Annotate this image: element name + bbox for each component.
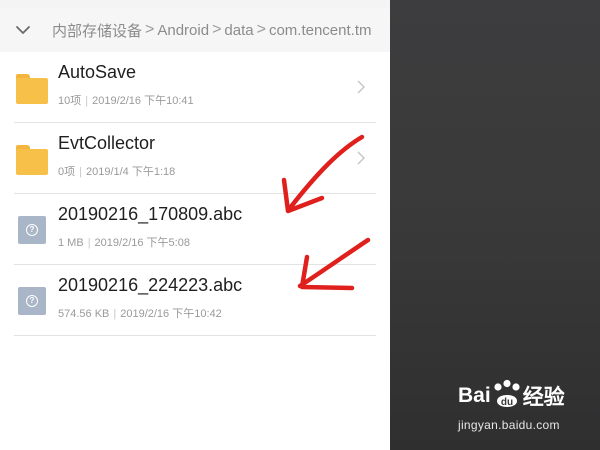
- modified-date: 2019/2/16 下午10:41: [92, 95, 194, 107]
- watermark-brand-left: Bai: [458, 384, 491, 407]
- chevron-right-icon: [356, 80, 366, 94]
- status-strip: [0, 0, 390, 8]
- file-size: 574.56 KB: [58, 308, 110, 320]
- list-item[interactable]: ? 20190216_224223.abc 574.56 KB | 2019/2/1…: [0, 265, 390, 336]
- breadcrumb: 内部存储设备 > Android > data > com.tencent.tm: [0, 8, 390, 52]
- meta-separator: |: [79, 166, 82, 178]
- breadcrumb-separator: >: [256, 21, 266, 38]
- watermark-brand-right: 经验: [522, 386, 565, 409]
- watermark-brand: Bai du 经验: [458, 378, 565, 414]
- chevron-right-icon: [356, 151, 366, 165]
- chevron-down-icon[interactable]: [14, 21, 32, 39]
- list-item[interactable]: EvtCollector 0项 | 2019/1/4 下午1:18: [0, 123, 390, 194]
- breadcrumb-item-internal-storage[interactable]: 内部存储设备: [52, 20, 142, 41]
- modified-date: 2019/2/16 下午10:42: [120, 308, 222, 320]
- breadcrumb-item-package[interactable]: com.tencent.tm: [269, 22, 372, 39]
- file-meta: 1 MB | 2019/2/16 下午5:08: [58, 234, 190, 250]
- file-name: 20190216_170809.abc: [58, 204, 243, 224]
- breadcrumb-separator: >: [212, 21, 222, 38]
- file-name: AutoSave: [58, 62, 137, 82]
- modified-date: 2019/1/4 下午1:18: [85, 166, 176, 178]
- watermark-paw-text: du: [501, 397, 513, 408]
- empty-list-area: [0, 339, 390, 450]
- meta-separator: |: [85, 95, 89, 107]
- breadcrumb-item-android[interactable]: Android: [157, 22, 209, 39]
- baidu-jingyan-watermark: Bai du 经验 jingyan.baidu.com: [458, 378, 598, 440]
- file-meta: 0项 | 2019/1/4 下午1:18: [58, 163, 175, 179]
- meta-separator: |: [87, 237, 91, 249]
- item-count: 0项: [58, 166, 76, 178]
- unknown-file-icon: ?: [16, 287, 48, 317]
- file-manager-screen: 内部存储设备 > Android > data > com.tencent.tm…: [0, 0, 390, 450]
- list-item[interactable]: AutoSave 10项 | 2019/2/16 下午10:41: [0, 52, 390, 123]
- folder-icon: [16, 74, 48, 104]
- unknown-file-icon: ?: [16, 216, 48, 246]
- file-meta: 574.56 KB | 2019/2/16 下午10:42: [58, 305, 222, 321]
- modified-date: 2019/2/16 下午5:08: [94, 237, 190, 249]
- breadcrumb-separator: >: [145, 21, 155, 38]
- list-item[interactable]: ? 20190216_170809.abc 1 MB | 2019/2/16 下午5…: [0, 194, 390, 265]
- breadcrumb-item-data[interactable]: data: [224, 22, 253, 39]
- paw-icon: du: [494, 379, 520, 408]
- file-meta: 10项 | 2019/2/16 下午10:41: [58, 92, 194, 108]
- file-name: EvtCollector: [58, 133, 156, 153]
- meta-separator: |: [113, 308, 117, 320]
- folder-icon: [16, 145, 48, 175]
- item-count: 10项: [58, 95, 82, 107]
- watermark-url: jingyan.baidu.com: [458, 418, 560, 432]
- file-name: 20190216_224223.abc: [58, 275, 243, 295]
- file-size: 1 MB: [58, 237, 84, 249]
